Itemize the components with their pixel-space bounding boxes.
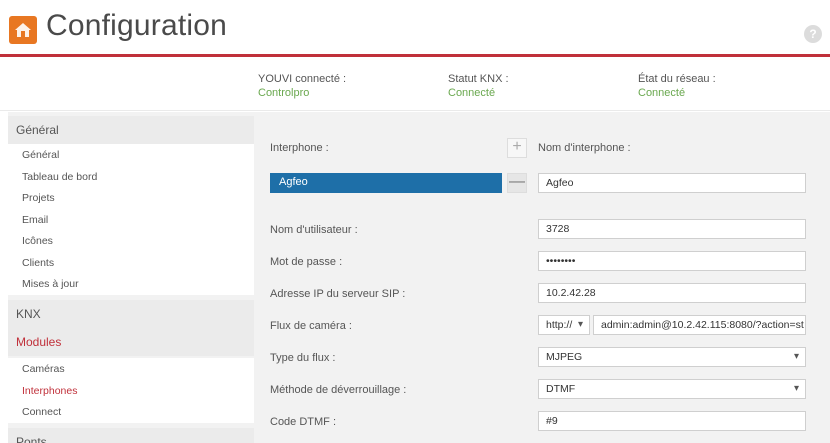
sidebar-item-updates[interactable]: Mises à jour	[8, 273, 254, 295]
sidebar-modules-list: Caméras Interphones Connect	[8, 358, 254, 423]
knx-status: Statut KNX : Connecté	[448, 73, 509, 99]
password-input[interactable]: ••••••••	[538, 251, 806, 271]
sidebar: Général Général Tableau de bord Projets …	[8, 112, 254, 443]
sidebar-item-dashboard[interactable]: Tableau de bord	[8, 166, 254, 188]
knx-status-value: Connecté	[448, 87, 496, 99]
camera-protocol-value: http://	[546, 319, 573, 331]
chevron-down-icon: ▾	[793, 383, 799, 394]
sidebar-section-modules[interactable]: Modules	[8, 328, 254, 356]
sidebar-item-clients[interactable]: Clients	[8, 252, 254, 274]
username-input[interactable]: 3728	[538, 219, 806, 239]
sidebar-item-icons[interactable]: Icônes	[8, 230, 254, 252]
page-title: Configuration	[46, 9, 228, 42]
sip-server-label: Adresse IP du serveur SIP :	[270, 288, 406, 300]
youvi-status: YOUVI connecté : Controlpro	[258, 73, 346, 99]
stream-type-label: Type du flux :	[270, 352, 336, 364]
status-bar: YOUVI connecté : Controlpro Statut KNX :…	[0, 57, 830, 111]
chevron-down-icon: ▾	[793, 351, 799, 362]
sidebar-item-email[interactable]: Email	[8, 209, 254, 231]
youvi-status-label: YOUVI connecté :	[258, 73, 347, 85]
app-header: Configuration ?	[0, 0, 830, 55]
network-status-value: Connecté	[638, 87, 686, 99]
sidebar-item-general[interactable]: Général	[8, 144, 254, 166]
dtmf-code-input[interactable]: #9	[538, 411, 806, 431]
sidebar-item-connect[interactable]: Connect	[8, 401, 254, 423]
sidebar-section-general[interactable]: Général	[8, 116, 254, 144]
dtmf-code-label: Code DTMF :	[270, 416, 337, 428]
remove-intercom-button[interactable]: —	[507, 173, 527, 193]
help-icon[interactable]: ?	[804, 25, 822, 43]
add-intercom-button[interactable]: +	[507, 138, 527, 158]
stream-type-value: MJPEG	[546, 351, 583, 363]
intercom-label: Interphone :	[270, 142, 329, 154]
camera-url-input[interactable]: admin:admin@10.2.42.115:8080/?action=st	[593, 315, 806, 335]
sidebar-item-intercoms[interactable]: Interphones	[8, 380, 254, 402]
sidebar-section-knx[interactable]: KNX	[8, 300, 254, 328]
sidebar-item-cameras[interactable]: Caméras	[8, 358, 254, 380]
chevron-down-icon: ▾	[577, 319, 583, 330]
camera-protocol-select[interactable]: http:// ▾	[538, 315, 590, 335]
intercom-name-input[interactable]: Agfeo	[538, 173, 806, 193]
sip-server-input[interactable]: 10.2.42.28	[538, 283, 806, 303]
intercom-name-label: Nom d'interphone :	[538, 142, 631, 154]
house-icon	[15, 23, 31, 37]
unlock-method-select[interactable]: DTMF ▾	[538, 379, 806, 399]
username-label: Nom d'utilisateur :	[270, 224, 358, 236]
sidebar-general-list: Général Tableau de bord Projets Email Ic…	[8, 144, 254, 295]
knx-status-label: Statut KNX :	[448, 73, 509, 85]
network-status: État du réseau : Connecté	[638, 73, 716, 99]
stream-type-select[interactable]: MJPEG ▾	[538, 347, 806, 367]
password-label: Mot de passe :	[270, 256, 343, 268]
network-status-label: État du réseau :	[638, 73, 716, 85]
intercom-list-item-selected[interactable]: Agfeo	[270, 173, 502, 193]
sidebar-section-bridges[interactable]: Ponts	[8, 428, 254, 443]
camera-stream-label: Flux de caméra :	[270, 320, 352, 332]
sidebar-item-projects[interactable]: Projets	[8, 187, 254, 209]
app-logo	[9, 16, 37, 44]
unlock-method-label: Méthode de déverrouillage :	[270, 384, 407, 396]
unlock-method-value: DTMF	[546, 383, 576, 395]
intercom-config-form: Interphone : + Nom d'interphone : Agfeo …	[254, 112, 830, 443]
youvi-status-value: Controlpro	[258, 87, 310, 99]
